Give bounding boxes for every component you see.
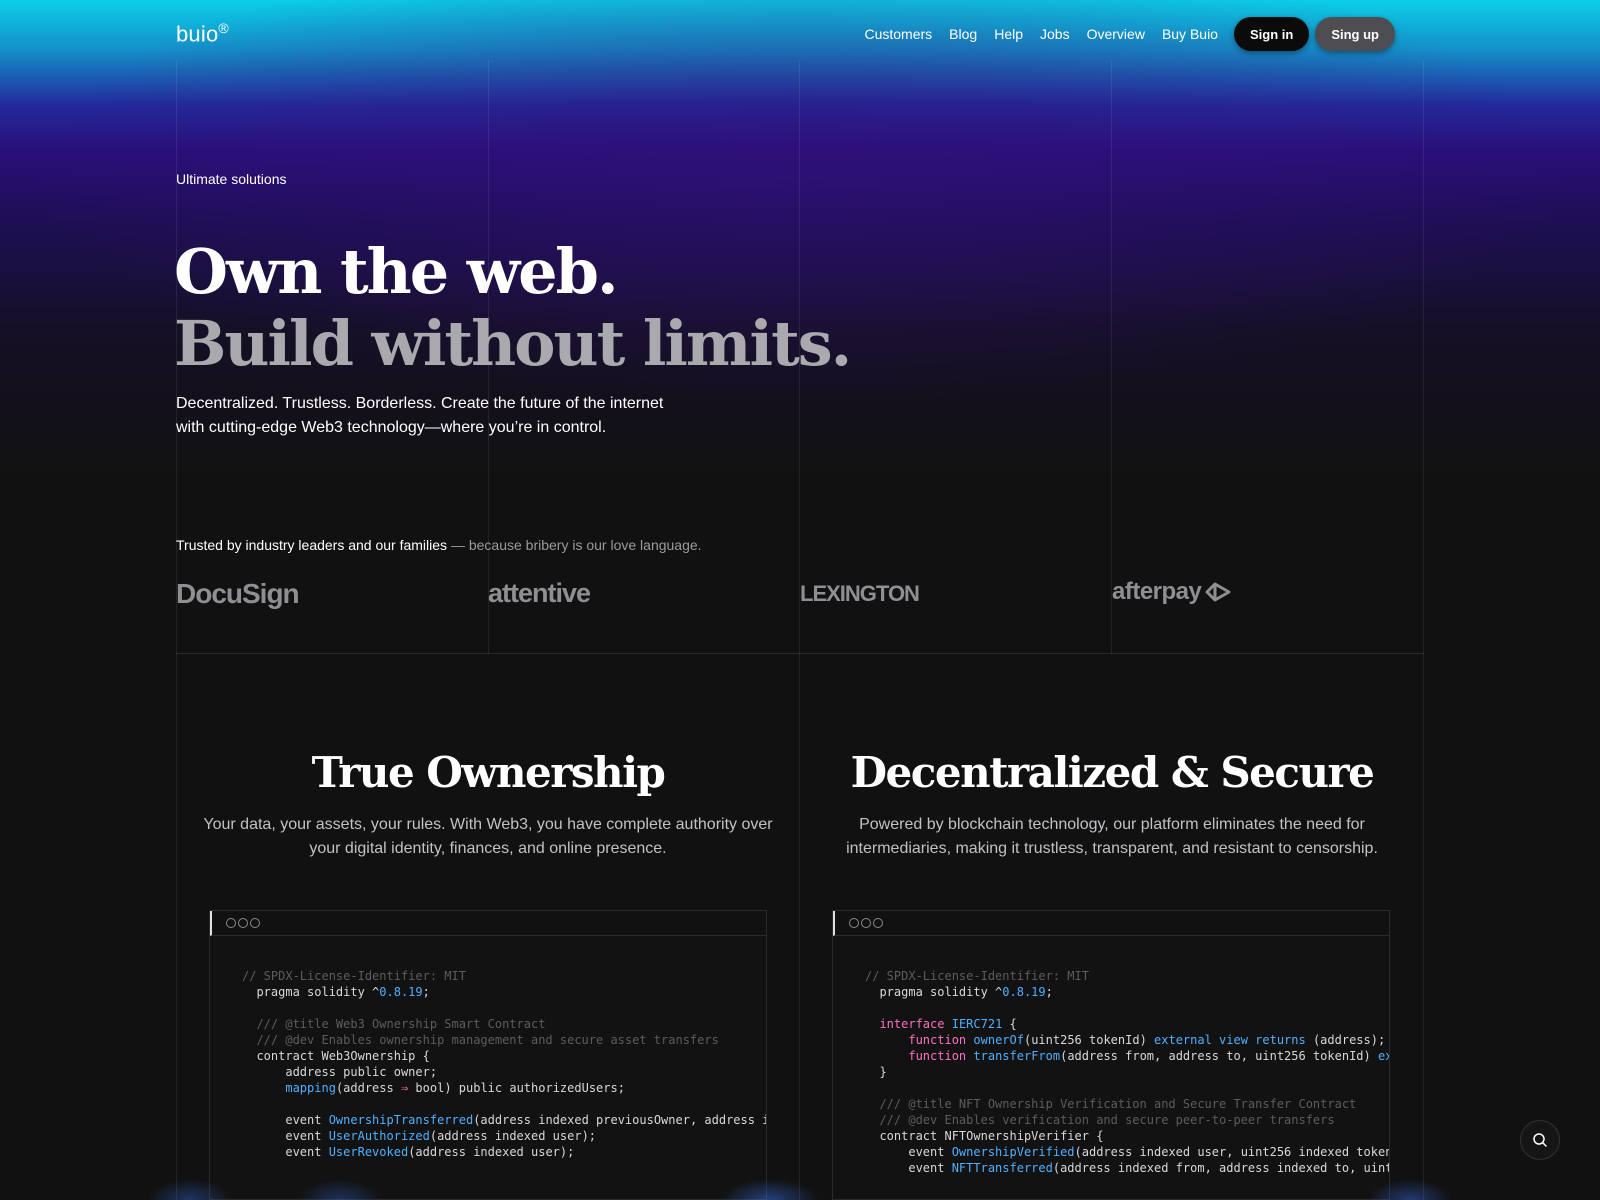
window-dot-icon: [861, 918, 871, 928]
code-token: (address);: [1305, 1033, 1386, 1047]
code-line: contract NFTOwnershipVerifier {: [865, 1129, 1104, 1143]
hero-title-line1: Own the web.: [174, 235, 619, 308]
feature-desc-decentralized: Powered by blockchain technology, our pl…: [846, 816, 1378, 857]
logo[interactable]: buio®: [176, 20, 229, 47]
code-token: event: [242, 1129, 329, 1143]
window-dot-icon: [238, 918, 248, 928]
code-token: external view returns: [1154, 1033, 1306, 1047]
code-token: OwnershipVerified: [951, 1145, 1075, 1159]
code-window-ownership: // SPDX-License-Identifier: MIT pragma s…: [209, 910, 767, 1200]
feature-desc-ownership: Your data, your assets, your rules. With…: [203, 816, 773, 857]
grid-line: [1111, 60, 1112, 654]
code-token: OwnershipTransferred: [328, 1113, 474, 1127]
brand-afterpay-text: afterpay: [1112, 578, 1202, 605]
code-token: function: [908, 1033, 967, 1047]
code-token: ;: [1045, 985, 1053, 999]
nav-blog[interactable]: Blog: [949, 26, 977, 42]
code-line: /// @title Web3 Ownership Smart Contract: [242, 1017, 546, 1031]
code-token: mapping: [285, 1081, 336, 1095]
code-token: (address from, address to, uint256 token…: [1060, 1049, 1378, 1063]
window-dot-icon: [226, 918, 236, 928]
window-dot-icon: [873, 918, 883, 928]
nav-overview[interactable]: Overview: [1087, 26, 1145, 42]
section-divider: [176, 653, 1424, 654]
grid-line: [799, 60, 800, 1200]
code-token: (address indexed user);: [429, 1129, 597, 1143]
code-token: 0.8.19: [379, 985, 423, 999]
code-line: }: [865, 1065, 887, 1079]
code-token: UserRevoked: [328, 1145, 409, 1159]
code-line: /// @title NFT Ownership Verification an…: [865, 1097, 1357, 1111]
nav-buy-buio[interactable]: Buy Buio: [1162, 26, 1218, 42]
nav-customers[interactable]: Customers: [864, 26, 932, 42]
code-token: pragma solidity ^: [865, 985, 1003, 999]
logo-mark: ®: [218, 20, 229, 36]
feature-title-decentralized: Decentralized & Secure: [850, 748, 1375, 797]
brand-afterpay-logo: afterpay: [1112, 578, 1233, 606]
nav-help[interactable]: Help: [994, 26, 1023, 42]
code-window-titlebar: [833, 911, 1389, 936]
brand-lexington-logo: LEXINGTON: [800, 581, 920, 606]
afterpay-arrow-icon: [1205, 582, 1231, 602]
code-token: (address indexed user, uint256 indexed t…: [1074, 1145, 1390, 1159]
code-token: UserAuthorized: [328, 1129, 430, 1143]
brand-attentive-logo: attentive: [488, 578, 591, 608]
code-token: (address: [335, 1081, 401, 1095]
code-line: /// @dev Enables ownership management an…: [242, 1033, 719, 1047]
brand-docusign-logo: DocuSign: [176, 578, 300, 609]
code-token: (address indexed user);: [408, 1145, 575, 1159]
code-token: event: [242, 1145, 329, 1159]
window-dot-icon: [250, 918, 260, 928]
code-token: 0.8.19: [1002, 985, 1046, 999]
code-token: interface: [879, 1017, 945, 1031]
grid-line: [176, 60, 177, 1200]
nav-jobs[interactable]: Jobs: [1040, 26, 1070, 42]
logo-text: buio: [176, 21, 219, 47]
trusted-by-text: Trusted by industry leaders and our fami…: [176, 537, 702, 553]
sign-up-button[interactable]: Sing up: [1315, 17, 1395, 51]
code-token: ;: [422, 985, 430, 999]
feature-title-ownership: True Ownership: [311, 748, 666, 797]
code-line: // SPDX-License-Identifier: MIT: [865, 969, 1089, 983]
window-dot-icon: [849, 918, 859, 928]
code-token: event: [242, 1113, 329, 1127]
hero-title-line2: Build without limits.: [174, 307, 852, 380]
code-block: // SPDX-License-Identifier: MIT pragma s…: [210, 936, 766, 1160]
code-token: bool) public authorizedUsers;: [408, 1081, 625, 1095]
code-line: address public owner;: [242, 1065, 438, 1079]
hero-title: Own the web. Build without limits.: [174, 235, 852, 380]
code-line: // SPDX-License-Identifier: MIT: [242, 969, 466, 983]
grid-line: [1423, 60, 1424, 1200]
code-token: pragma solidity ^: [242, 985, 380, 999]
code-token: transferFrom: [973, 1049, 1061, 1063]
code-line: /// @dev Enables verification and secure…: [865, 1113, 1335, 1127]
hero-subtitle: Decentralized. Trustless. Borderless. Cr…: [176, 395, 664, 436]
code-token: (uint256 tokenId): [1023, 1033, 1155, 1047]
code-token: ownerOf: [973, 1033, 1024, 1047]
bottom-glow-strip: [0, 1170, 1600, 1200]
code-window-decentralized: // SPDX-License-Identifier: MIT pragma s…: [832, 910, 1390, 1200]
code-token: function: [908, 1049, 967, 1063]
code-line: contract Web3Ownership {: [242, 1049, 430, 1063]
code-token: event: [865, 1145, 952, 1159]
code-window-titlebar: [210, 911, 766, 936]
code-token: external;: [1377, 1049, 1389, 1063]
sign-in-button[interactable]: Sign in: [1233, 17, 1310, 51]
hero-eyebrow: Ultimate solutions: [176, 171, 287, 187]
trusted-dim: — because bribery is our love language.: [447, 537, 702, 553]
trusted-main: Trusted by industry leaders and our fami…: [176, 537, 448, 553]
code-token: IERC721: [951, 1017, 1003, 1031]
search-icon: [1533, 1133, 1547, 1147]
code-token: (address indexed previousOwner, address …: [473, 1113, 766, 1127]
code-token: {: [1002, 1017, 1017, 1031]
main-nav: Customers Blog Help Jobs Overview Buy Bu…: [847, 17, 1395, 51]
search-fab-button[interactable]: [1520, 1120, 1560, 1160]
code-block: // SPDX-License-Identifier: MIT pragma s…: [833, 936, 1389, 1176]
